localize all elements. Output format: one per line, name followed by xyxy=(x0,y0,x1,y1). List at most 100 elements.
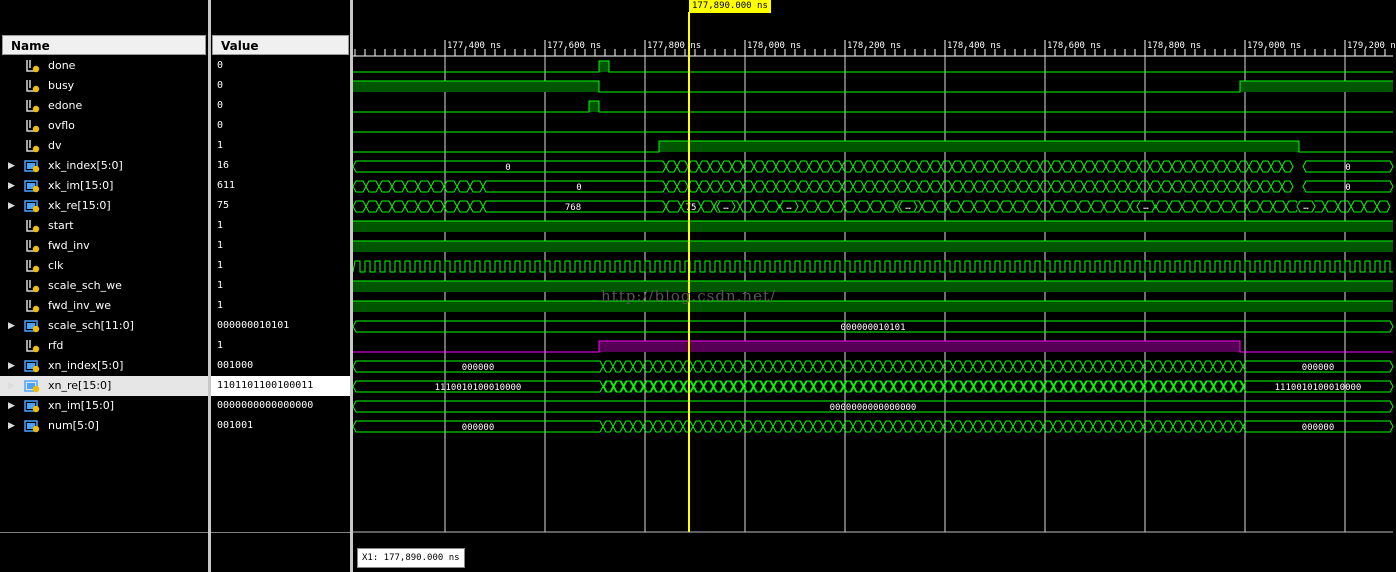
signal-row-xk-index[interactable]: ▶ xk_index[5:0] xyxy=(0,156,208,176)
num-segment xyxy=(912,420,924,433)
xn-index-segment xyxy=(1212,360,1224,373)
value-row-xn-re[interactable]: 1101101100100011 xyxy=(211,376,350,396)
value-row-done[interactable]: 0 xyxy=(211,56,350,76)
value-row-dv[interactable]: 1 xyxy=(211,136,350,156)
expand-arrow-icon[interactable]: ▶ xyxy=(8,196,18,216)
xk-im-segment xyxy=(940,180,953,193)
xn-index-segment xyxy=(922,360,934,373)
xk-re-segment xyxy=(960,200,975,213)
expand-arrow-icon[interactable]: ▶ xyxy=(8,376,18,396)
value-row-xn-im[interactable]: 0000000000000000 xyxy=(211,396,350,416)
bus-value-label: 000000 xyxy=(462,363,495,373)
signal-row-xk-im[interactable]: ▶ xk_im[15:0] xyxy=(0,176,208,196)
time-tick-label: 179,200 ns xyxy=(1347,41,1396,51)
edone-wave-high-fill xyxy=(589,101,599,112)
num-segment xyxy=(1232,420,1244,433)
signal-row-scale-sch[interactable]: ▶ scale_sch[11:0] xyxy=(0,316,208,336)
xk-re-segment xyxy=(882,200,897,213)
signal-row-fwd-inv[interactable]: fwd_inv xyxy=(0,236,208,256)
value-row-xk-im[interactable]: 611 xyxy=(211,176,350,196)
xn-index-segment xyxy=(1002,360,1014,373)
xn-index-segment xyxy=(702,360,714,373)
signal-value: 611 xyxy=(217,180,236,191)
signal-row-xn-re[interactable]: ▶ xn_re[15:0] xyxy=(0,376,208,396)
xk-im-segment xyxy=(830,180,843,193)
cursor-time-label[interactable]: 177,890.000 ns xyxy=(689,0,771,13)
time-tick-label: 178,400 ns xyxy=(947,41,1001,51)
xk-re-segment xyxy=(1272,200,1287,213)
xk-index-segment xyxy=(731,160,744,173)
signal-row-done[interactable]: done xyxy=(0,56,208,76)
name-column-header[interactable]: Name xyxy=(2,35,206,55)
value-row-num[interactable]: 001001 xyxy=(211,416,350,436)
signal-row-scale-sch-we[interactable]: scale_sch_we xyxy=(0,276,208,296)
signal-value: 001001 xyxy=(217,420,254,431)
signal-row-rfd[interactable]: rfd xyxy=(0,336,208,356)
bus-value-label: 000000 xyxy=(1302,423,1335,433)
bus-value-label: 0 xyxy=(576,183,581,193)
signal-row-fwd-inv-we[interactable]: fwd_inv_we xyxy=(0,296,208,316)
xn-index-segment xyxy=(1102,360,1114,373)
bus-ellipsis-label: … xyxy=(1143,202,1149,212)
signal-row-start[interactable]: start xyxy=(0,216,208,236)
waveform-canvas[interactable]: 177,400 ns 177,600 ns 177,800 ns 178,000 ns… xyxy=(353,0,1396,572)
xk-im-segment xyxy=(929,180,942,193)
value-row-clk[interactable]: 1 xyxy=(211,256,350,276)
expand-arrow-icon[interactable]: ▶ xyxy=(8,156,18,176)
signal-row-dv[interactable]: dv xyxy=(0,136,208,156)
waveform-area[interactable]: 177,400 ns 177,600 ns 177,800 ns 178,000 ns… xyxy=(353,0,1396,572)
xk-re-segment xyxy=(1012,200,1027,213)
xk-re-segment xyxy=(986,200,1001,213)
value-column-header[interactable]: Value xyxy=(212,35,349,55)
expand-arrow-icon[interactable]: ▶ xyxy=(8,356,18,376)
xn-index-segment xyxy=(882,360,894,373)
value-row-fwd-inv-we[interactable]: 1 xyxy=(211,296,350,316)
expand-arrow-icon[interactable]: ▶ xyxy=(8,396,18,416)
xk-index-segment xyxy=(808,160,821,173)
xk-im-segment xyxy=(1182,180,1195,193)
signal-value: 1 xyxy=(217,220,224,231)
value-row-ovflo[interactable]: 0 xyxy=(211,116,350,136)
value-row-scale-sch-we[interactable]: 1 xyxy=(211,276,350,296)
xk-index-segment xyxy=(1160,160,1173,173)
logic-signal-icon xyxy=(26,340,40,353)
value-row-xk-re[interactable]: 75 xyxy=(211,196,350,216)
expand-arrow-icon[interactable]: ▶ xyxy=(8,416,18,436)
expand-arrow-icon[interactable]: ▶ xyxy=(8,316,18,336)
xn-index-segment xyxy=(822,360,834,373)
signal-row-xn-im[interactable]: ▶ xn_im[15:0] xyxy=(0,396,208,416)
signal-row-edone[interactable]: edone xyxy=(0,96,208,116)
expand-arrow-icon[interactable]: ▶ xyxy=(8,176,18,196)
signal-row-busy[interactable]: busy xyxy=(0,76,208,96)
value-row-xn-index[interactable]: 001000 xyxy=(211,356,350,376)
value-row-fwd-inv[interactable]: 1 xyxy=(211,236,350,256)
value-row-xk-index[interactable]: 16 xyxy=(211,156,350,176)
value-row-start[interactable]: 1 xyxy=(211,216,350,236)
bus-value-label: 000000010101 xyxy=(840,323,905,333)
xk-im-segment xyxy=(1237,180,1250,193)
signal-row-xn-index[interactable]: ▶ xn_index[5:0] xyxy=(0,356,208,376)
num-segment xyxy=(1122,420,1134,433)
xk-re-segment xyxy=(1168,200,1183,213)
num-segment xyxy=(1172,420,1184,433)
signal-row-xk-re[interactable]: ▶ xk_re[15:0] xyxy=(0,196,208,216)
bus-value-label: 000000 xyxy=(1302,363,1335,373)
signal-row-ovflo[interactable]: ovflo xyxy=(0,116,208,136)
xk-im-segment xyxy=(1259,180,1272,193)
xk-im-segment xyxy=(1116,180,1129,193)
value-row-rfd[interactable]: 1 xyxy=(211,336,350,356)
num-segment xyxy=(802,420,814,433)
signal-row-clk[interactable]: clk xyxy=(0,256,208,276)
xk-index-segment xyxy=(1017,160,1030,173)
signal-value: 0 xyxy=(217,100,224,111)
value-row-busy[interactable]: 0 xyxy=(211,76,350,96)
xk-im-segment xyxy=(885,180,898,193)
value-row-scale-sch[interactable]: 000000010101 xyxy=(211,316,350,336)
signal-row-num[interactable]: ▶ num[5:0] xyxy=(0,416,208,436)
xk-index-segment xyxy=(951,160,964,173)
xk-re-segment xyxy=(469,200,484,213)
xn-index-segment xyxy=(1072,360,1084,373)
signal-value: 1 xyxy=(217,300,224,311)
value-row-edone[interactable]: 0 xyxy=(211,96,350,116)
xk-im-segment xyxy=(841,180,854,193)
